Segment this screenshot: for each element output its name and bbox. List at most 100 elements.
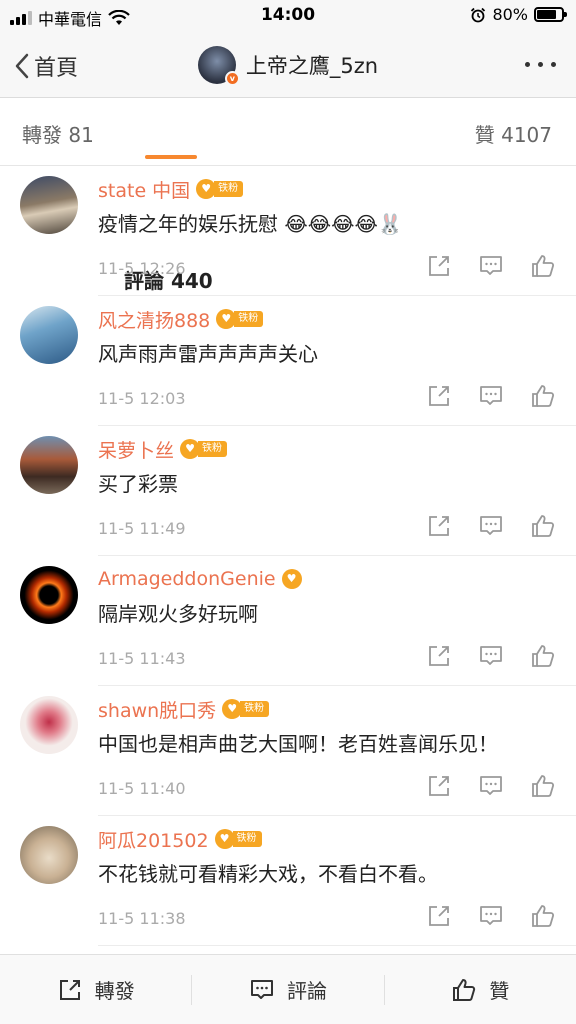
heart-badge-icon: ♥ bbox=[180, 439, 201, 459]
like-icon[interactable] bbox=[530, 773, 556, 799]
username[interactable]: 阿瓜201502 bbox=[98, 826, 209, 853]
heart-badge-icon: ♥ bbox=[216, 309, 237, 329]
forward-label: 轉發 bbox=[94, 979, 135, 1003]
nav-bar: 首頁 v 上帝之鷹_5zn bbox=[0, 32, 576, 98]
avatar[interactable] bbox=[20, 306, 78, 364]
comment-text: 隔岸观火多好玩啊 bbox=[98, 602, 258, 626]
fan-badge: ♥ 铁粉 bbox=[222, 699, 270, 719]
comment-text: 疫情之年的娱乐抚慰 😂😂😂😂🐰 bbox=[98, 212, 403, 236]
reply-icon[interactable] bbox=[478, 643, 504, 669]
fan-badge: ♥ 铁粉 bbox=[196, 179, 244, 199]
comment-item[interactable]: 风之清扬888 ♥ 铁粉风声雨声雷声声声声关心 11-5 12:03 bbox=[20, 296, 576, 426]
name-row: shawn脱口秀 ♥ 铁粉 bbox=[98, 694, 576, 724]
avatar[interactable] bbox=[20, 826, 78, 884]
battery-icon bbox=[534, 7, 567, 22]
comment-meta: 11-5 11:49 bbox=[98, 501, 576, 555]
fan-badge-label: 铁粉 bbox=[240, 701, 270, 717]
forward-icon[interactable] bbox=[426, 643, 452, 669]
forward-button[interactable]: 轉發 bbox=[0, 975, 191, 1004]
active-tab-indicator bbox=[145, 155, 197, 159]
comment-list[interactable]: state 中国 ♥ 铁粉 疫情之年的娱乐抚慰 😂😂😂😂🐰 11-5 12:26 风之清扬… bbox=[0, 166, 576, 954]
like-button[interactable]: 贊 bbox=[385, 975, 576, 1004]
comment-item[interactable]: shawn脱口秀 ♥ 铁粉中国也是相声曲艺大国啊！老百姓喜闻乐见！ 11-5 11:4… bbox=[20, 686, 576, 816]
forward-icon[interactable] bbox=[426, 903, 452, 929]
reply-icon[interactable] bbox=[478, 903, 504, 929]
comment-meta: 11-5 11:43 bbox=[98, 631, 576, 685]
comment-item[interactable]: 呆萝卜丝 ♥ 铁粉 买了彩票 11-5 11:49 bbox=[20, 426, 576, 556]
nav-profile[interactable]: v 上帝之鷹_5zn bbox=[0, 46, 576, 86]
comment-actions bbox=[426, 513, 556, 539]
like-icon[interactable] bbox=[530, 643, 556, 669]
forward-icon[interactable] bbox=[426, 253, 452, 279]
comment-meta: 11-5 12:26 bbox=[98, 241, 576, 295]
status-right: 80% bbox=[470, 5, 567, 24]
comment-item[interactable]: ArmageddonGenie ♥ 隔岸观火多好玩啊 11-5 11:43 bbox=[20, 556, 576, 686]
comment-meta: 11-5 11:38 bbox=[98, 891, 576, 945]
fan-badge-label: 铁粉 bbox=[198, 441, 228, 457]
like-icon[interactable] bbox=[530, 903, 556, 929]
name-row: 风之清扬888 ♥ 铁粉 bbox=[98, 304, 576, 334]
avatar: v bbox=[197, 46, 240, 86]
fan-badge-label: 铁粉 bbox=[232, 831, 262, 847]
username[interactable]: 风之清扬888 bbox=[98, 306, 210, 333]
comment-actions bbox=[426, 643, 556, 669]
comment-time: 11-5 11:40 bbox=[98, 779, 186, 798]
comment-text: 买了彩票 bbox=[98, 472, 178, 496]
username[interactable]: ArmageddonGenie bbox=[98, 568, 276, 590]
tab-bar: 轉發 81 評論 440 贊 4107 bbox=[0, 99, 576, 293]
name-row: 阿瓜201502 ♥ 铁粉 bbox=[98, 824, 576, 854]
comment-actions bbox=[426, 773, 556, 799]
comment-time: 11-5 11:43 bbox=[98, 649, 186, 668]
reply-icon[interactable] bbox=[478, 253, 504, 279]
forward-icon[interactable] bbox=[426, 773, 452, 799]
comment-text: 风声雨声雷声声声声关心 bbox=[98, 342, 318, 366]
username[interactable]: state 中国 bbox=[98, 176, 190, 203]
heart-badge-icon: ♥ bbox=[281, 569, 302, 589]
username[interactable]: 呆萝卜丝 bbox=[98, 436, 174, 463]
thumbs-up-icon bbox=[453, 978, 476, 1001]
comment-time: 11-5 11:49 bbox=[98, 519, 186, 538]
forward-icon[interactable] bbox=[426, 383, 452, 409]
forward-icon[interactable] bbox=[426, 513, 452, 539]
name-row: state 中国 ♥ 铁粉 bbox=[98, 174, 576, 204]
bottom-toolbar: 轉發 評論 贊 bbox=[0, 954, 576, 1024]
reply-icon[interactable] bbox=[478, 513, 504, 539]
avatar[interactable] bbox=[20, 176, 78, 234]
avatar[interactable] bbox=[20, 566, 78, 624]
status-bar: 中華電信 14:00 80% bbox=[0, 0, 576, 32]
fan-badge: ♥ 铁粉 bbox=[180, 439, 228, 459]
comment-time: 11-5 12:26 bbox=[98, 259, 186, 278]
comment-item[interactable]: 阿瓜201502 ♥ 铁粉不花钱就可看精彩大戏，不看白不看。 11-5 11:38 bbox=[20, 816, 576, 946]
tab-forward[interactable]: 轉發 81 bbox=[22, 119, 94, 148]
heart-badge-icon: ♥ bbox=[222, 699, 243, 719]
more-options-icon[interactable] bbox=[525, 62, 556, 67]
fan-badge-label: 铁粉 bbox=[214, 181, 244, 197]
comment-time: 11-5 12:03 bbox=[98, 389, 186, 408]
avatar[interactable] bbox=[20, 436, 78, 494]
verified-icon: v bbox=[224, 71, 240, 86]
like-icon[interactable] bbox=[530, 383, 556, 409]
heart-badge-icon: ♥ bbox=[214, 829, 235, 849]
page-title: 上帝之鷹_5zn bbox=[245, 54, 379, 78]
reply-icon[interactable] bbox=[478, 383, 504, 409]
username[interactable]: shawn脱口秀 bbox=[98, 696, 216, 723]
tab-likes[interactable]: 贊 4107 bbox=[475, 119, 552, 148]
name-row: 呆萝卜丝 ♥ 铁粉 bbox=[98, 434, 576, 464]
reply-icon[interactable] bbox=[478, 773, 504, 799]
comment-text: 不花钱就可看精彩大戏，不看白不看。 bbox=[98, 862, 438, 886]
comment-actions bbox=[426, 903, 556, 929]
comment-button[interactable]: 評論 bbox=[192, 975, 383, 1004]
fan-badge: ♥ 铁粉 bbox=[216, 309, 264, 329]
avatar[interactable] bbox=[20, 696, 78, 754]
comment-icon bbox=[250, 979, 273, 999]
comment-actions bbox=[426, 253, 556, 279]
comment-meta: 11-5 11:40 bbox=[98, 761, 576, 815]
comment-text: 中国也是相声曲艺大国啊！老百姓喜闻乐见！ bbox=[98, 732, 498, 756]
heart-badge-icon: ♥ bbox=[196, 179, 217, 199]
comment-item[interactable]: state 中国 ♥ 铁粉疫情之年的娱乐抚慰 😂😂😂😂🐰 11-5 12:26 bbox=[20, 166, 576, 296]
like-icon[interactable] bbox=[530, 253, 556, 279]
like-label: 贊 bbox=[489, 979, 510, 1003]
name-row: ArmageddonGenie ♥ bbox=[98, 564, 576, 594]
like-icon[interactable] bbox=[530, 513, 556, 539]
comment-time: 11-5 11:38 bbox=[98, 909, 186, 928]
